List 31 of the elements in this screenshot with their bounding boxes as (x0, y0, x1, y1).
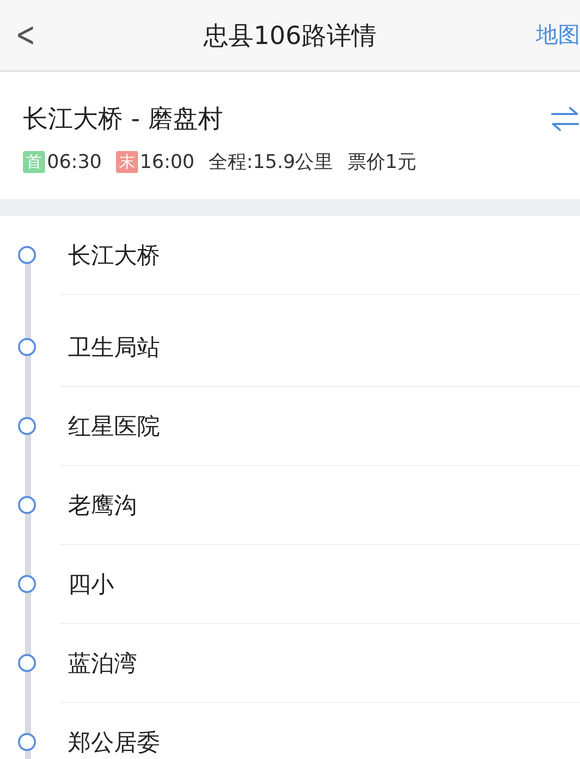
stop-item[interactable]: 蓝泊湾 (60, 624, 580, 703)
last-bus-tag: 末 (116, 151, 138, 173)
stop-marker-icon (18, 575, 36, 593)
first-bus-tag: 首 (23, 151, 45, 173)
stop-name: 郑公居委 (68, 728, 160, 758)
stop-item[interactable]: 老鹰沟 (60, 466, 580, 545)
stop-name: 四小 (68, 570, 114, 600)
stop-item[interactable]: 四小 (60, 545, 580, 624)
stop-marker-icon (18, 733, 36, 751)
fare: 票价1元 (347, 150, 416, 175)
stop-marker-icon (18, 338, 36, 356)
route-distance: 全程:15.9公里 (208, 150, 334, 175)
swap-direction-icon[interactable] (550, 106, 580, 132)
last-bus-time: 16:00 (140, 151, 195, 173)
stop-name: 蓝泊湾 (68, 650, 137, 678)
stop-name: 长江大桥 (68, 242, 160, 270)
stop-name: 卫生局站 (68, 334, 160, 362)
stop-item[interactable]: 长江大桥 (60, 216, 580, 295)
back-button[interactable]: < (6, 15, 38, 55)
page-title: 忠县106路详情 (202, 20, 378, 52)
stop-item[interactable]: 红星医院 (60, 387, 580, 466)
stop-item[interactable]: 卫生局站 (60, 308, 580, 387)
stop-name: 红星医院 (68, 412, 160, 442)
first-bus-time: 06:30 (47, 151, 102, 173)
stop-name: 老鹰沟 (68, 492, 137, 520)
stop-marker-icon (18, 417, 36, 435)
stop-item[interactable]: 郑公居委 (60, 703, 580, 759)
stop-marker-icon (18, 246, 36, 264)
route-name: 长江大桥 - 磨盘村 (23, 103, 223, 135)
stop-marker-icon (18, 496, 36, 514)
stop-marker-icon (18, 654, 36, 672)
